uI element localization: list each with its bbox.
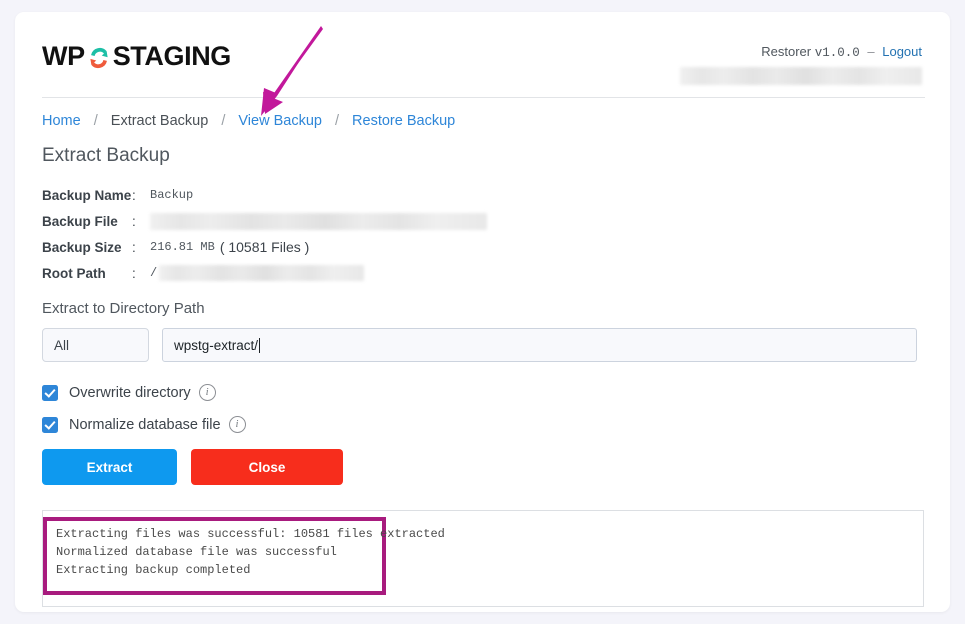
info-row-backup-size: Backup Size : 216.81 MB ( 10581 Files ): [42, 234, 922, 260]
info-colon: :: [132, 239, 136, 255]
info-circle-icon[interactable]: i: [228, 416, 246, 433]
info-colon: :: [132, 265, 136, 281]
logo-text-wp: WP: [42, 41, 85, 71]
breadcrumb-item-extract-backup: Extract Backup: [110, 113, 209, 129]
breadcrumb-item-home[interactable]: Home: [42, 113, 81, 129]
overwrite-directory-label: Overwrite directory: [69, 384, 191, 401]
root-path-redacted-bar: [159, 265, 365, 281]
backup-file-count: ( 10581 Files ): [219, 239, 310, 255]
normalize-database-file-checkbox[interactable]: [42, 416, 58, 433]
breadcrumb-separator: /: [221, 113, 226, 129]
checkbox-row-overwrite-directory: Overwrite directory i: [42, 380, 246, 405]
breadcrumb-separator: /: [93, 113, 98, 129]
backup-size-value: 216.81 MB: [150, 240, 215, 254]
info-colon: :: [132, 187, 136, 203]
page-header: WP STAGING Restorer v1.0.0 – Logout: [15, 12, 950, 98]
extract-button[interactable]: Extract: [42, 449, 177, 485]
restorer-version: v1.0.0: [814, 46, 860, 60]
header-divider: [42, 97, 925, 98]
options-group: Overwrite directory i Normalize database…: [42, 380, 246, 444]
circular-refresh-arrows-icon: [86, 45, 112, 71]
checkbox-row-normalize-database-file: Normalize database file i: [42, 412, 246, 437]
overwrite-directory-checkbox[interactable]: [42, 384, 58, 401]
restorer-label: Restorer: [761, 44, 812, 59]
info-label: Backup Name: [42, 187, 132, 203]
header-separator-dash: –: [867, 44, 875, 59]
info-label: Root Path: [42, 265, 106, 281]
restorer-version-line: Restorer v1.0.0 – Logout: [680, 44, 922, 60]
page-title: Extract Backup: [42, 145, 170, 166]
action-buttons: Extract Close: [42, 449, 343, 485]
info-row-backup-name: Backup Name : Backup: [42, 182, 922, 208]
extract-path-input[interactable]: wpstg-extract/: [162, 328, 917, 362]
breadcrumb-item-restore-backup[interactable]: Restore Backup: [352, 113, 455, 129]
extract-directory-label: Extract to Directory Path: [42, 300, 205, 317]
extract-path-field-row: All wpstg-extract/: [42, 328, 917, 362]
backup-file-redacted-bar: [150, 212, 487, 230]
close-button[interactable]: Close: [191, 449, 343, 485]
info-label: Backup Size: [42, 239, 122, 255]
info-circle-icon[interactable]: i: [198, 384, 216, 401]
logo-text-staging: STAGING: [112, 41, 232, 71]
info-colon: :: [132, 213, 136, 229]
info-label: Backup File: [42, 213, 118, 229]
log-output-text: Extracting files was successful: 10581 f…: [56, 527, 445, 577]
info-row-backup-file: Backup File :: [42, 208, 922, 234]
breadcrumb-separator: /: [334, 113, 340, 129]
root-path-value: /: [150, 266, 158, 280]
backup-name-value: Backup: [150, 188, 194, 202]
header-account-area: Restorer v1.0.0 – Logout: [680, 44, 922, 85]
info-row-root-path: Root Path : /: [42, 260, 922, 286]
account-redacted-bar: [680, 67, 922, 85]
logout-link[interactable]: Logout: [882, 44, 922, 59]
scope-select[interactable]: All: [42, 328, 149, 362]
extract-path-input-value: wpstg-extract/: [174, 337, 259, 353]
normalize-database-file-label: Normalize database file: [69, 416, 221, 433]
breadcrumb: Home / Extract Backup / View Backup / Re…: [42, 113, 455, 129]
breadcrumb-item-view-backup[interactable]: View Backup: [238, 113, 322, 129]
wp-staging-logo: WP STAGING: [42, 43, 231, 70]
backup-info-list: Backup Name : Backup Backup File : Backu…: [42, 182, 922, 286]
text-caret: [259, 337, 261, 353]
restorer-card: WP STAGING Restorer v1.0.0 – Logout Home…: [15, 12, 950, 612]
